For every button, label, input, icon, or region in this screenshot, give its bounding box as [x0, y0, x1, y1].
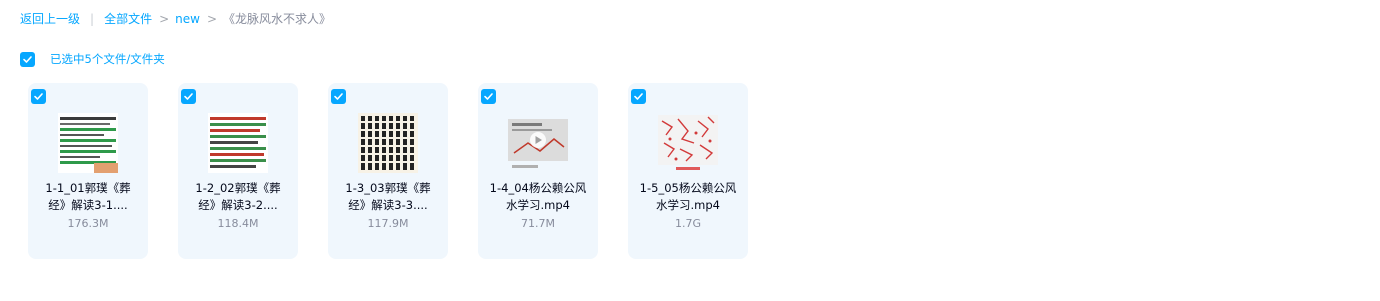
file-name[interactable]: 1-1_01郭璞《葬 经》解读3-1....: [36, 180, 140, 214]
file-card[interactable]: 1-4_04杨公赖公风 水学习.mp4 71.7M: [478, 83, 598, 259]
document-thumbnail: [58, 113, 118, 173]
breadcrumb-folder-new[interactable]: new: [175, 10, 200, 28]
breadcrumb-all-files[interactable]: 全部文件: [104, 10, 152, 28]
selection-bar: 已选中5个文件/文件夹: [20, 51, 165, 67]
document-thumbnail: [358, 113, 418, 173]
file-name[interactable]: 1-2_02郭璞《葬 经》解读3-2....: [186, 180, 290, 214]
breadcrumb-separator: >: [206, 12, 218, 26]
checkmark-icon: [334, 93, 343, 100]
file-checkbox[interactable]: [481, 89, 496, 104]
file-checkbox[interactable]: [631, 89, 646, 104]
breadcrumb: 返回上一级 | 全部文件 > new > 《龙脉风水不求人》: [20, 10, 331, 28]
breadcrumb-current-folder: 《龙脉风水不求人》: [223, 12, 332, 26]
file-card[interactable]: 1-3_03郭璞《葬 经》解读3-3.... 117.9M: [328, 83, 448, 259]
video-thumbnail: [658, 113, 718, 173]
file-size: 1.7G: [674, 217, 702, 230]
back-link[interactable]: 返回上一级: [20, 10, 80, 28]
checkmark-icon: [23, 55, 32, 63]
file-card[interactable]: 1-2_02郭璞《葬 经》解读3-2.... 118.4M: [178, 83, 298, 259]
file-checkbox[interactable]: [181, 89, 196, 104]
file-checkbox[interactable]: [31, 89, 46, 104]
file-name[interactable]: 1-5_05杨公赖公风 水学习.mp4: [636, 180, 740, 214]
document-thumbnail: [208, 113, 268, 173]
breadcrumb-divider: |: [90, 12, 95, 26]
file-name[interactable]: 1-4_04杨公赖公风 水学习.mp4: [486, 180, 590, 214]
file-size: 117.9M: [367, 217, 409, 230]
video-thumbnail: [508, 113, 568, 173]
breadcrumb-separator: >: [159, 12, 170, 26]
file-card[interactable]: 1-5_05杨公赖公风 水学习.mp4 1.7G: [628, 83, 748, 259]
select-all-checkbox[interactable]: [20, 51, 35, 67]
file-size: 118.4M: [217, 217, 259, 230]
checkmark-icon: [184, 93, 193, 100]
selection-count-text: 已选中5个文件/文件夹: [50, 52, 165, 66]
file-size: 176.3M: [67, 217, 109, 230]
checkmark-icon: [34, 93, 43, 100]
file-size: 71.7M: [521, 217, 555, 230]
checkmark-icon: [484, 93, 493, 100]
checkmark-icon: [634, 93, 643, 100]
file-checkbox[interactable]: [331, 89, 346, 104]
file-card[interactable]: 1-1_01郭璞《葬 经》解读3-1.... 176.3M: [28, 83, 148, 259]
file-grid: 1-1_01郭璞《葬 经》解读3-1.... 176.3M 1-2_02郭璞《葬…: [28, 83, 748, 259]
file-name[interactable]: 1-3_03郭璞《葬 经》解读3-3....: [336, 180, 440, 214]
